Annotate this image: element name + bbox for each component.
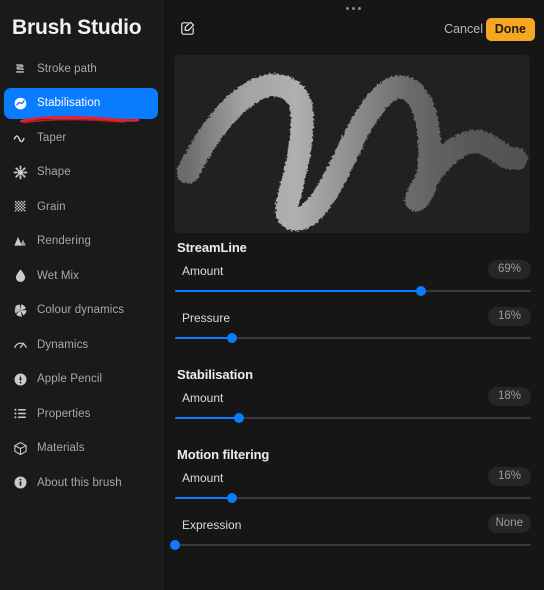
sidebar-nav: Stroke path Stabilisation Taper Shape Grain R… [0, 53, 162, 502]
brush-studio-window: Brush Studio Stroke path Stabilisation Tap… [0, 0, 544, 590]
dynamics-icon [12, 337, 28, 353]
wet-mix-icon [12, 268, 28, 284]
taper-icon [12, 130, 28, 146]
sidebar-item-colour-dynamics[interactable]: Colour dynamics [4, 295, 158, 326]
slider-label: Amount [182, 391, 224, 405]
slider-track[interactable] [175, 286, 531, 296]
section-motion-filtering: Motion filtering Amount 16% Expression None [163, 447, 544, 574]
cancel-button[interactable]: Cancel [444, 22, 483, 36]
slider-value-badge[interactable]: None [487, 514, 531, 533]
section-stabilisation: Stabilisation Amount 18% [163, 367, 544, 447]
brush-stroke-preview [174, 55, 530, 233]
sidebar-item-rendering[interactable]: Rendering [4, 226, 158, 257]
slider-fill [175, 337, 232, 339]
apple-pencil-icon [12, 371, 28, 387]
sidebar-item-label: Properties [37, 407, 91, 420]
slider-thumb[interactable] [226, 333, 237, 343]
sidebar-item-label: Rendering [37, 235, 91, 247]
stroke-path-icon [12, 61, 28, 77]
done-button[interactable]: Done [485, 18, 535, 41]
stabilisation-icon [12, 95, 28, 111]
materials-icon [12, 440, 28, 456]
slider-thumb[interactable] [234, 413, 245, 423]
section-streamline: StreamLine Amount 69% Pressure 16% [163, 240, 544, 367]
slider-row: Pressure 16% [163, 307, 544, 349]
top-bar: Cancel Done [163, 0, 544, 55]
grain-icon [12, 199, 28, 215]
slider-row: Amount 69% [163, 260, 544, 302]
slider-row: Amount 18% [163, 387, 544, 429]
sidebar-item-about-this-brush[interactable]: About this brush [4, 467, 158, 498]
slider-value-badge[interactable]: 18% [488, 387, 531, 406]
slider-fill [175, 497, 232, 499]
sidebar-item-shape[interactable]: Shape [4, 157, 158, 188]
slider-label: Expression [182, 518, 242, 532]
slider-fill [175, 290, 421, 292]
slider-row: Expression None [163, 514, 544, 556]
section-title: Stabilisation [177, 367, 253, 382]
slider-value-badge[interactable]: 69% [488, 260, 531, 279]
slider-thumb[interactable] [415, 286, 426, 296]
page-title: Brush Studio [12, 16, 142, 39]
slider-track[interactable] [175, 493, 531, 503]
slider-track[interactable] [170, 540, 531, 550]
sidebar-item-label: Apple Pencil [37, 373, 103, 385]
slider-label: Pressure [182, 311, 231, 325]
sidebar-item-stabilisation[interactable]: Stabilisation [4, 87, 158, 119]
sidebar-item-label: Materials [37, 442, 85, 454]
slider-label: Amount [182, 471, 224, 485]
sidebar-item-wet-mix[interactable]: Wet Mix [4, 260, 158, 291]
sidebar-item-label: Shape [37, 166, 71, 178]
colour-dynamics-icon [12, 302, 28, 318]
settings-sections: StreamLine Amount 69% Pressure 16% Stabilisat… [163, 240, 544, 574]
sidebar: Brush Studio Stroke path Stabilisation Tap… [0, 0, 163, 590]
slider-fill [175, 417, 240, 419]
sidebar-item-label: About this brush [37, 476, 122, 489]
sidebar-item-properties[interactable]: Properties [4, 398, 158, 429]
slider-row: Amount 16% [163, 467, 544, 509]
sidebar-item-materials[interactable]: Materials [4, 433, 158, 464]
properties-icon [12, 406, 28, 422]
sidebar-item-taper[interactable]: Taper [4, 122, 158, 153]
sidebar-item-stroke-path[interactable]: Stroke path [4, 53, 158, 84]
sidebar-item-label: Colour dynamics [37, 304, 125, 316]
sidebar-item-label: Wet Mix [37, 269, 80, 282]
sidebar-item-label: Stabilisation [37, 97, 101, 109]
sidebar-item-label: Dynamics [37, 338, 89, 351]
sidebar-item-label: Stroke path [37, 62, 97, 75]
main-panel: Cancel Done StreamLine Amount 69% Pressu… [163, 0, 544, 590]
sidebar-item-grain[interactable]: Grain [4, 191, 158, 222]
sidebar-item-apple-pencil[interactable]: Apple Pencil [4, 364, 158, 395]
section-title: StreamLine [177, 240, 247, 255]
edit-square-pencil-icon[interactable] [180, 20, 196, 36]
sidebar-item-dynamics[interactable]: Dynamics [4, 329, 158, 360]
slider-label: Amount [182, 264, 224, 278]
rendering-icon [12, 233, 28, 249]
sidebar-item-label: Grain [37, 200, 66, 213]
slider-thumb[interactable] [226, 493, 237, 503]
shape-icon [12, 164, 28, 180]
slider-track[interactable] [175, 413, 531, 423]
info-icon [12, 475, 28, 491]
slider-value-badge[interactable]: 16% [488, 467, 531, 486]
slider-value-badge[interactable]: 16% [488, 307, 531, 326]
slider-track[interactable] [175, 333, 531, 343]
section-title: Motion filtering [177, 447, 270, 462]
slider-thumb[interactable] [170, 540, 180, 550]
sidebar-item-label: Taper [37, 131, 67, 144]
